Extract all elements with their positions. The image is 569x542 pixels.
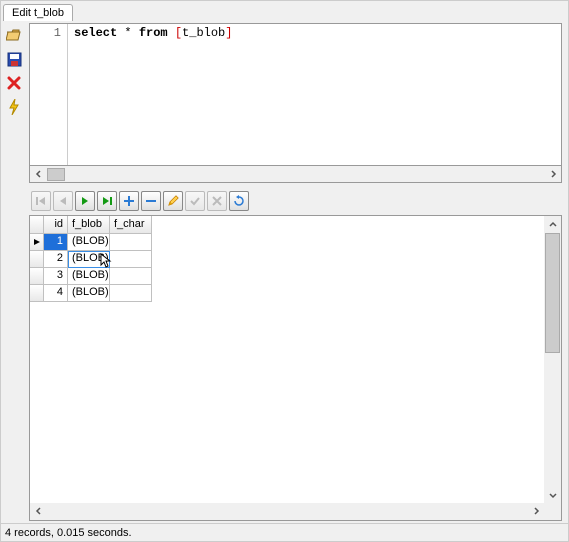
side-toolbar (1, 21, 27, 523)
editor-horizontal-scrollbar[interactable] (29, 166, 562, 183)
cell-fblob[interactable]: (BLOB) (68, 234, 110, 251)
tab-bar: Edit t_blob (1, 1, 568, 21)
scroll-thumb[interactable] (545, 233, 560, 353)
cancel-record-button[interactable] (207, 191, 227, 211)
grid-header-fblob[interactable]: f_blob (68, 216, 110, 234)
sql-bracket: [ (175, 26, 182, 40)
grid-body: id f_blob f_char 1 (BLOB) (30, 216, 561, 503)
post-record-button[interactable] (185, 191, 205, 211)
row-indicator-icon (30, 234, 44, 251)
cell-fchar[interactable] (110, 268, 152, 285)
execute-icon[interactable] (4, 97, 24, 117)
scroll-track[interactable] (47, 503, 527, 518)
add-record-button[interactable] (119, 191, 139, 211)
sql-table: t_blob (182, 26, 225, 40)
grid-table: id f_blob f_char 1 (BLOB) (30, 216, 152, 503)
refresh-button[interactable] (229, 191, 249, 211)
data-grid: id f_blob f_char 1 (BLOB) (29, 215, 562, 521)
cell-id[interactable]: 3 (44, 268, 68, 285)
status-bar: 4 records, 0.015 seconds. (1, 523, 568, 541)
grid-header-indicator[interactable] (30, 216, 44, 234)
scroll-right-icon[interactable] (527, 503, 544, 518)
cell-id[interactable]: 2 (44, 251, 68, 268)
cell-fchar[interactable] (110, 285, 152, 302)
sql-keyword: from (139, 26, 168, 40)
tab-edit-tblob[interactable]: Edit t_blob (3, 4, 73, 21)
edit-record-button[interactable] (163, 191, 183, 211)
sql-bracket: ] (225, 26, 232, 40)
cell-fchar[interactable] (110, 234, 152, 251)
save-icon[interactable] (4, 49, 24, 69)
table-row[interactable]: 1 (BLOB) (30, 234, 152, 251)
sql-keyword: select (74, 26, 117, 40)
editor-gutter: 1 (30, 24, 68, 165)
prev-record-button[interactable] (53, 191, 73, 211)
cell-fblob[interactable]: (BLOB) (68, 251, 110, 268)
row-indicator (30, 251, 44, 268)
scroll-left-icon[interactable] (30, 167, 47, 182)
row-indicator (30, 268, 44, 285)
table-row[interactable]: 4 (BLOB) (30, 285, 152, 302)
app-window: Edit t_blob 1 select * from [t_blob] (0, 0, 569, 542)
grid-vertical-scrollbar[interactable] (544, 216, 561, 503)
cell-fblob[interactable]: (BLOB) (68, 285, 110, 302)
scroll-track[interactable] (544, 233, 561, 486)
first-record-button[interactable] (31, 191, 51, 211)
last-record-button[interactable] (97, 191, 117, 211)
scroll-thumb[interactable] (47, 168, 65, 181)
grid-header-fchar[interactable]: f_char (110, 216, 152, 234)
row-indicator (30, 285, 44, 302)
editor-code[interactable]: select * from [t_blob] (68, 24, 561, 165)
cell-id[interactable]: 4 (44, 285, 68, 302)
grid-empty-area (152, 216, 544, 503)
grid-rows: 1 (BLOB) 2 (BLOB) (30, 234, 152, 302)
cell-fblob[interactable]: (BLOB) (68, 268, 110, 285)
grid-header-row: id f_blob f_char (30, 216, 152, 234)
scroll-corner (544, 503, 561, 520)
main-area: 1 select * from [t_blob] (1, 21, 568, 523)
record-nav-toolbar (29, 189, 562, 213)
table-row[interactable]: 2 (BLOB) (30, 251, 152, 268)
grid-horizontal-scrollbar[interactable] (30, 503, 561, 520)
scroll-track[interactable] (47, 167, 544, 182)
scroll-up-icon[interactable] (544, 216, 561, 233)
open-icon[interactable] (4, 25, 24, 45)
sql-text: * (124, 26, 131, 40)
cell-fchar[interactable] (110, 251, 152, 268)
next-record-button[interactable] (75, 191, 95, 211)
grid-header-id[interactable]: id (44, 216, 68, 234)
scroll-left-icon[interactable] (30, 503, 47, 518)
scroll-right-icon[interactable] (544, 167, 561, 182)
sql-editor[interactable]: 1 select * from [t_blob] (29, 23, 562, 166)
scroll-down-icon[interactable] (544, 486, 561, 503)
sql-editor-wrap: 1 select * from [t_blob] (29, 23, 562, 183)
content-column: 1 select * from [t_blob] (27, 21, 568, 523)
delete-record-button[interactable] (141, 191, 161, 211)
delete-icon[interactable] (4, 73, 24, 93)
cell-id[interactable]: 1 (44, 234, 68, 251)
table-row[interactable]: 3 (BLOB) (30, 268, 152, 285)
